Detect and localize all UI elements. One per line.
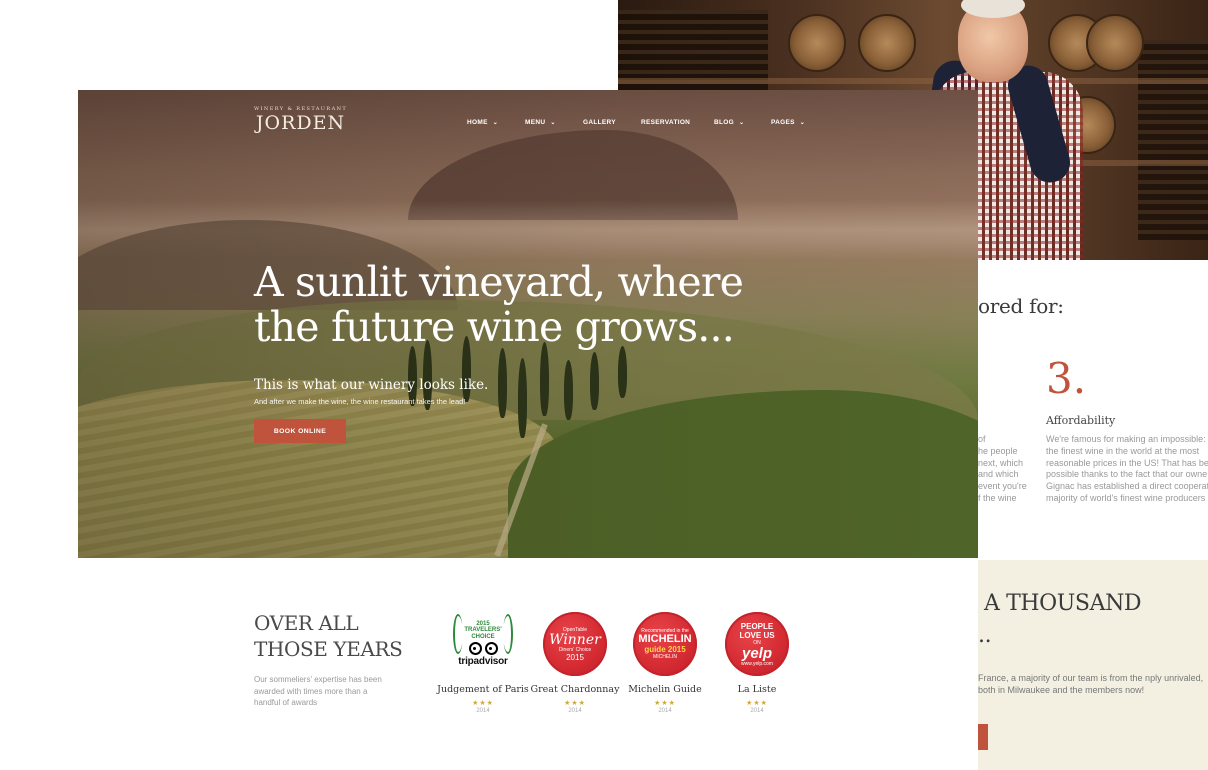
- award-year: 2014: [476, 708, 490, 714]
- michelin-badge-icon: Recommended in the MICHELIN guide 2015 M…: [633, 612, 697, 676]
- wine-rack-right: [1138, 40, 1208, 240]
- logo[interactable]: WINERY & RESTAURANT JORDEN: [254, 106, 347, 133]
- award-name: Michelin Guide: [628, 684, 702, 695]
- award-name: Great Chardonnay: [530, 684, 620, 695]
- book-online-button[interactable]: BOOK ONLINE: [254, 419, 346, 443]
- yelp-badge-icon: PEOPLE LOVE US ON yelp www.yelp.com: [725, 612, 789, 676]
- tripadvisor-badge-icon: 2015 TRAVELERS' CHOICE tripadvisor: [451, 612, 515, 676]
- chevron-down-icon: ⌄: [738, 120, 745, 126]
- nav-reservation[interactable]: RESERVATION: [641, 119, 714, 126]
- background-section-heading: ored for:: [978, 294, 1064, 318]
- feature-title: Affordability: [1046, 414, 1116, 427]
- award-name: Judgement of Paris: [437, 684, 529, 695]
- cream-section-text: France, a majority of our team is from t…: [978, 673, 1204, 695]
- award-year: 2014: [568, 708, 582, 714]
- award-item[interactable]: 2015 TRAVELERS' CHOICE tripadvisor Judge…: [437, 612, 529, 714]
- award-item[interactable]: PEOPLE LOVE US ON yelp www.yelp.com La L…: [711, 612, 803, 714]
- chevron-down-icon: ⌄: [550, 120, 556, 126]
- hero-description: And after we make the wine, the wine res…: [254, 397, 466, 406]
- partial-feature-text: of he people next, which and which event…: [978, 434, 1027, 503]
- award-item[interactable]: OpenTable Winner Diners' Choice 2015 Gre…: [529, 612, 621, 714]
- main-navigation: HOME ⌄ MENU ⌄ GALLERY RESERVATION BLOG ⌄ PA…: [467, 119, 831, 126]
- nav-home[interactable]: HOME ⌄: [467, 119, 525, 126]
- shelf: [618, 78, 1208, 84]
- feature-text: We're famous for making an impossible: s…: [1046, 434, 1208, 503]
- award-name: La Liste: [737, 684, 777, 695]
- award-year: 2014: [658, 708, 672, 714]
- chevron-down-icon: ⌄: [492, 120, 499, 126]
- nav-blog[interactable]: BLOG ⌄: [714, 119, 771, 126]
- award-year: 2014: [750, 708, 764, 714]
- logo-tagline: WINERY & RESTAURANT: [254, 106, 348, 112]
- award-stars: ★★★: [564, 700, 586, 707]
- nav-pages[interactable]: PAGES ⌄: [771, 119, 831, 126]
- hero-title: A sunlit vineyard, where the future wine…: [254, 258, 744, 351]
- award-stars: ★★★: [654, 700, 676, 707]
- awards-description: Our sommeliers' expertise has been award…: [254, 675, 382, 707]
- owl-icon: [468, 642, 498, 656]
- hero-section: WINERY & RESTAURANT JORDEN HOME ⌄ MENU ⌄ G…: [78, 90, 978, 558]
- nav-gallery[interactable]: GALLERY: [583, 119, 641, 126]
- award-item[interactable]: Recommended in the MICHELIN guide 2015 M…: [619, 612, 711, 714]
- hero-subtitle: This is what our winery looks like.: [254, 377, 489, 393]
- opentable-badge-icon: OpenTable Winner Diners' Choice 2015: [543, 612, 607, 676]
- cream-section-title: A THOUSAND ..: [978, 591, 1142, 648]
- nav-menu[interactable]: MENU ⌄: [525, 119, 583, 126]
- award-stars: ★★★: [472, 700, 494, 707]
- feature-number: 3.: [1046, 354, 1087, 403]
- barrel: [1086, 14, 1144, 72]
- award-stars: ★★★: [746, 700, 768, 707]
- barrel: [858, 14, 916, 72]
- barrel: [788, 14, 846, 72]
- logo-wordmark: JORDEN: [255, 112, 346, 134]
- chevron-down-icon: ⌄: [799, 120, 806, 126]
- cream-section-button[interactable]: [978, 724, 988, 750]
- awards-title: OVER ALL THOSE YEARS: [254, 611, 403, 661]
